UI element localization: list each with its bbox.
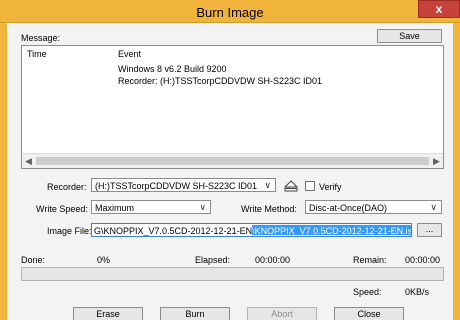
message-label: Message: bbox=[21, 33, 61, 43]
message-line: Recorder: (H:)TSSTcorpCDDVDW SH-S223C ID… bbox=[118, 76, 323, 86]
burn-image-dialog: Message: Save Time Event Windows 8 v6.2 … bbox=[7, 23, 453, 320]
write-method-value: Disc-at-Once(DAO) bbox=[309, 203, 388, 213]
speed-label: Speed: bbox=[353, 287, 382, 297]
eject-icon[interactable] bbox=[284, 180, 298, 192]
image-file-input[interactable]: G\KNOPPIX_V7.0.5CD-2012-12-21-EN\KNOPPIX… bbox=[91, 223, 412, 237]
scrollbar-thumb[interactable] bbox=[36, 157, 429, 165]
arrow-left-icon[interactable]: ◀ bbox=[25, 156, 32, 167]
window-frame-right bbox=[453, 23, 460, 320]
column-header-event: Event bbox=[118, 49, 142, 59]
elapsed-value: 00:00:00 bbox=[255, 255, 291, 265]
image-file-path-plain: G\KNOPPIX_V7.0.5CD-2012-12-21-EN bbox=[94, 226, 253, 236]
window-close-button[interactable]: x bbox=[418, 0, 460, 18]
image-file-path: G\KNOPPIX_V7.0.5CD-2012-12-21-EN\KNOPPIX… bbox=[94, 226, 412, 236]
image-file-path-selected: \KNOPPIX_V7.0.5CD-2012-12-21-EN.iso bbox=[252, 226, 412, 236]
remain-label: Remain: bbox=[353, 255, 387, 265]
write-speed-label: Write Speed: bbox=[36, 204, 88, 214]
write-method-label: Write Method: bbox=[241, 204, 297, 214]
verify-label: Verify bbox=[319, 182, 342, 192]
chevron-down-icon: ∨ bbox=[430, 202, 437, 212]
image-file-label: Image File: bbox=[47, 226, 92, 236]
message-list-header: Time Event bbox=[22, 46, 443, 60]
done-value: 0% bbox=[97, 255, 111, 265]
recorder-value: (H:)TSSTcorpCDDVDW SH-S223C ID01 bbox=[95, 181, 258, 191]
done-label: Done: bbox=[21, 255, 46, 265]
write-method-select[interactable]: Disc-at-Once(DAO) ∨ bbox=[305, 200, 442, 214]
chevron-down-icon: ∨ bbox=[264, 180, 271, 190]
horizontal-scrollbar[interactable]: ◀ ▶ bbox=[22, 153, 443, 168]
recorder-label: Recorder: bbox=[47, 182, 87, 192]
window-title: Burn Image bbox=[196, 5, 264, 20]
remain-value: 00:00:00 bbox=[405, 255, 441, 265]
window-frame-left bbox=[0, 23, 7, 320]
chevron-down-icon: ∨ bbox=[199, 202, 206, 212]
browse-button[interactable]: ... bbox=[417, 223, 442, 237]
close-button[interactable]: Close bbox=[334, 307, 404, 320]
arrow-right-icon[interactable]: ▶ bbox=[433, 156, 440, 167]
abort-button[interactable]: Abort bbox=[247, 307, 317, 320]
elapsed-label: Elapsed: bbox=[195, 255, 231, 265]
erase-button[interactable]: Erase bbox=[73, 307, 143, 320]
burn-button[interactable]: Burn bbox=[160, 307, 230, 320]
recorder-select[interactable]: (H:)TSSTcorpCDDVDW SH-S223C ID01 ∨ bbox=[91, 178, 276, 192]
progress-bar bbox=[21, 267, 444, 281]
message-line: Windows 8 v6.2 Build 9200 bbox=[118, 64, 227, 74]
write-speed-value: Maximum bbox=[95, 203, 135, 213]
save-button[interactable]: Save bbox=[377, 29, 442, 43]
speed-value: 0KB/s bbox=[405, 287, 430, 297]
title-bar: Burn Image x bbox=[0, 0, 460, 23]
column-header-time: Time bbox=[27, 49, 47, 59]
write-speed-select[interactable]: Maximum ∨ bbox=[91, 200, 211, 214]
message-list[interactable]: Time Event Windows 8 v6.2 Build 9200 Rec… bbox=[21, 45, 444, 169]
verify-checkbox[interactable] bbox=[305, 181, 315, 191]
